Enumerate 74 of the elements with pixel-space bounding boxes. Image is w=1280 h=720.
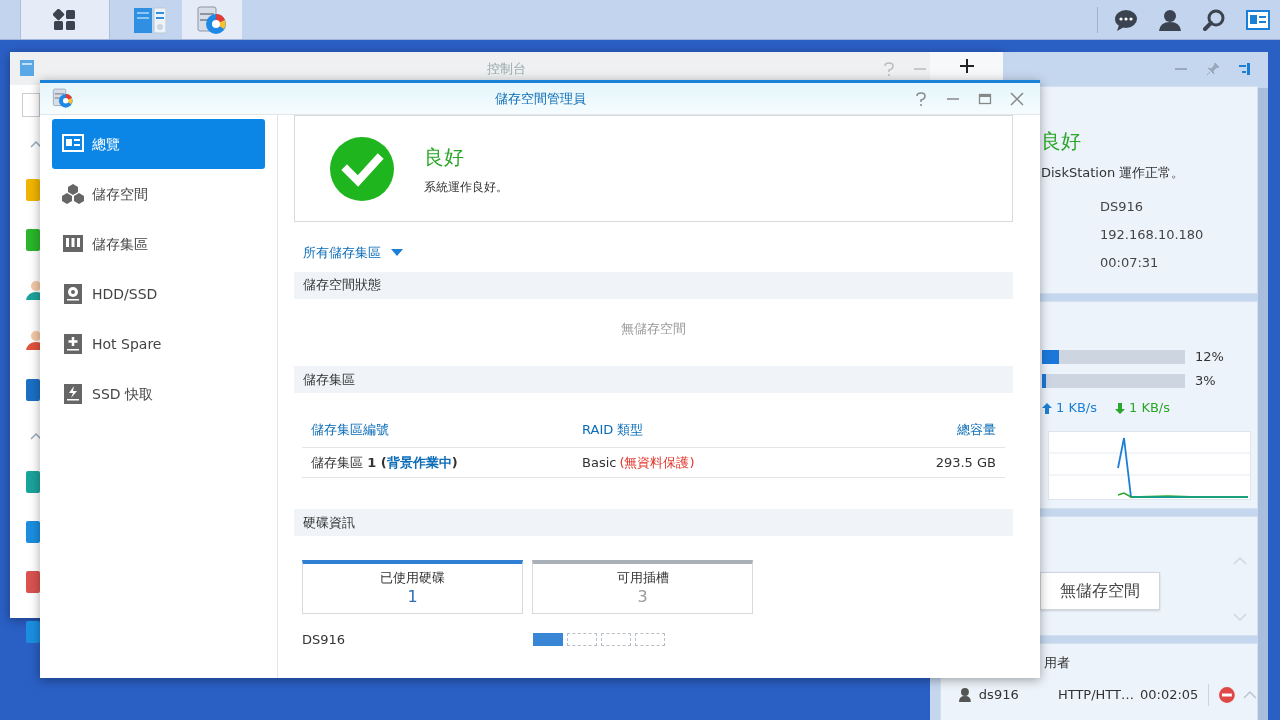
caret-down-icon	[391, 248, 403, 257]
info-value: 00:07:31	[1100, 253, 1160, 272]
storage-pie-icon	[196, 4, 228, 35]
sidebar-item[interactable]: HDD/SSD	[52, 269, 265, 319]
scrollbar[interactable]	[1258, 88, 1268, 720]
sidebar-item[interactable]: SSD 快取	[52, 369, 265, 419]
home-button[interactable]	[22, 93, 40, 117]
user-name: ds916	[978, 686, 1020, 705]
cubes-icon	[62, 183, 84, 205]
sidebar-item[interactable]: 儲存空間	[52, 169, 265, 219]
add-widget-button[interactable]	[930, 52, 1003, 80]
check-circle-icon	[330, 136, 394, 201]
pool-filter-dropdown[interactable]: 所有儲存集區	[303, 243, 403, 263]
meter-reading: 12%	[1195, 348, 1224, 367]
pin-icon[interactable]	[1206, 62, 1220, 76]
empty-message: 無儲存空間	[621, 320, 686, 336]
upload-arrow-icon	[1042, 402, 1052, 414]
drive-plus-icon	[62, 333, 84, 355]
storage-pie-icon	[52, 87, 74, 109]
drive-lightning-icon	[62, 383, 84, 405]
window-title: 控制台	[487, 59, 526, 78]
section-header: 硬碟資訊	[294, 509, 1013, 536]
section-header: 儲存集區	[294, 366, 1013, 393]
tile-label: 已使用硬碟	[380, 570, 445, 587]
device-name: DS916	[302, 631, 347, 649]
sidebar-item[interactable]: Hot Spare	[52, 319, 265, 369]
upload-rate: 1 KB/s	[1056, 399, 1097, 418]
close-icon[interactable]	[1010, 92, 1024, 106]
column-header[interactable]: 儲存集區編號	[302, 420, 582, 440]
status-message: 系統運作良好。	[424, 178, 508, 196]
chevron-up-icon[interactable]	[1243, 691, 1257, 699]
help-icon[interactable]	[883, 62, 895, 76]
tile-value: 1	[407, 586, 418, 607]
id-card-icon	[1246, 9, 1270, 30]
column-header[interactable]: 總容量	[812, 420, 1005, 440]
id-card-icon	[62, 133, 84, 155]
protocol-text: HTTP/HTT…	[1057, 686, 1134, 705]
user-icon	[959, 688, 971, 702]
chat-bubble-icon	[1114, 8, 1138, 31]
tile-label: 可用插槽	[616, 570, 669, 587]
info-value: 192.168.10.180	[1100, 225, 1205, 244]
user-icon	[1159, 8, 1181, 31]
widget-panel-icon[interactable]	[1238, 62, 1252, 76]
status-message: DiskStation 運作正常。	[1041, 164, 1186, 182]
table-cell-text: 儲存集區 1 (背景作業中)	[310, 453, 459, 472]
window-title: 儲存空間管理員	[494, 89, 586, 108]
chevron-up-icon[interactable]	[30, 432, 42, 440]
sidebar-item[interactable]: 儲存集區	[52, 219, 265, 269]
control-panel-icon	[20, 60, 34, 76]
help-icon[interactable]	[914, 92, 928, 106]
table-cell-text: Basic (無資料保護)	[582, 453, 696, 472]
control-panel-icon	[134, 5, 166, 34]
download-arrow-icon	[1115, 402, 1125, 414]
status-text: 良好	[1041, 131, 1082, 151]
plus-icon	[959, 59, 974, 73]
status-text: 良好	[424, 143, 465, 171]
meter-reading: 3%	[1195, 372, 1216, 391]
download-rate: 1 KB/s	[1129, 399, 1170, 418]
storage-pool-icon	[62, 233, 84, 255]
volume-status-box: 無儲存空間	[1040, 572, 1160, 610]
section-header: 儲存空間狀態	[294, 271, 1013, 299]
table-cell-text: 293.5 GB	[934, 453, 997, 472]
widget-title: 用者	[1044, 654, 1071, 673]
column-header[interactable]: RAID 類型	[582, 420, 812, 440]
taskbar-button[interactable]	[20, 0, 110, 39]
sidebar-item[interactable]: 總覽	[52, 119, 265, 169]
stop-icon[interactable]	[1219, 687, 1236, 703]
search-icon	[1203, 8, 1225, 31]
maximize-icon[interactable]	[978, 92, 992, 106]
tile-value: 3	[637, 586, 648, 607]
connection-time: 00:02:05	[1140, 686, 1199, 705]
info-value: DS916	[1100, 197, 1145, 216]
chevron-up-icon[interactable]	[30, 140, 42, 148]
grid-icon	[53, 8, 77, 31]
